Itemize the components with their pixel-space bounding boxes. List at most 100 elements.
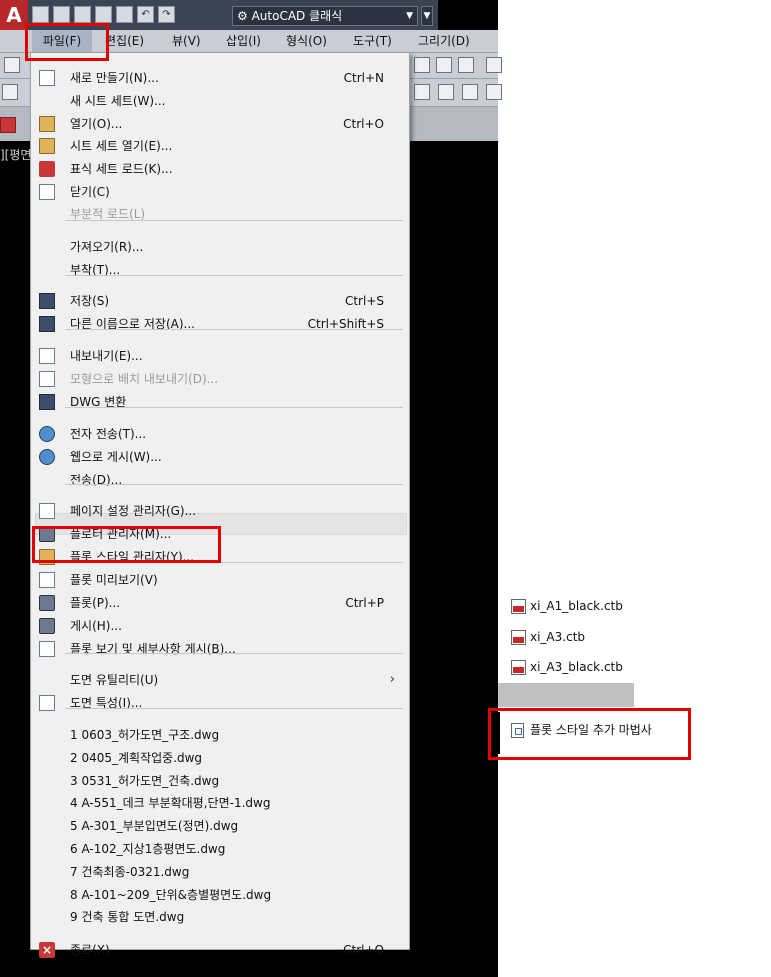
file-menu-item[interactable]: 내보내기(E)... (31, 345, 409, 367)
menu-edit[interactable]: 편집(E) (105, 30, 144, 52)
dwg-convert-icon (39, 394, 55, 410)
file-menu-item[interactable]: 2 0405_계획작업중.dwg (31, 747, 409, 769)
highlight-plot-style-manager (32, 526, 221, 563)
publish-web-icon (39, 449, 55, 465)
menu-view[interactable]: 뷰(V) (172, 30, 201, 52)
file-menu-item-label: 6 A-102_지상1층평면도.dwg (70, 842, 226, 856)
etransmit-icon (39, 426, 55, 442)
menu-insert[interactable]: 삽입(I) (226, 30, 261, 52)
file-menu-item[interactable]: 8 A-101~209_단위&층별평면도.dwg (31, 884, 409, 906)
qnew-icon[interactable] (32, 6, 49, 23)
menu-tools[interactable]: 도구(T) (353, 30, 392, 52)
file-menu-item[interactable]: 가져오기(R)... (31, 236, 409, 258)
file-menu-item[interactable]: × 종료(X) Ctrl+Q (31, 939, 409, 961)
redacted-block (498, 683, 634, 707)
file-menu-item[interactable]: 플롯 미리보기(V) (31, 569, 409, 591)
file-menu-item[interactable]: 4 A-551_데크 부분확대평,단면-1.dwg (31, 792, 409, 814)
file-menu-item-label: 모형으로 배치 내보내기(D)... (70, 372, 219, 386)
toolbar-new-icon[interactable] (4, 57, 20, 73)
menu-separator (65, 275, 403, 276)
toolbar-align3-icon[interactable] (462, 84, 478, 100)
workspace-selector[interactable]: ⚙ AutoCAD 클래식 ▼ (232, 6, 418, 26)
file-menu-item[interactable]: 부착(T)... (31, 259, 409, 281)
file-menu-item[interactable]: 다른 이름으로 저장(A)... Ctrl+Shift+S (31, 313, 409, 335)
file-menu-item[interactable]: 전송(D)... (31, 469, 409, 491)
file-menu: 새로 만들기(N)... Ctrl+N 새 시트 세트(W)... 열기(O)... C… (30, 52, 410, 958)
exit-icon: × (39, 942, 55, 958)
toolbar-align4-icon[interactable] (486, 84, 502, 100)
toolbar-layer-icon[interactable] (2, 84, 18, 100)
file-menu-item-label: 5 A-301_부분입면도(정면).dwg (70, 819, 239, 833)
file-menu-item[interactable]: 표식 세트 로드(K)... (31, 158, 409, 180)
ctb-file-name: xi_A3_black.ctb (530, 660, 623, 674)
file-menu-item[interactable]: 전자 전송(T)... (31, 423, 409, 445)
file-menu-item[interactable]: 웹으로 게시(W)... (31, 446, 409, 468)
file-menu-item[interactable]: 페이지 설정 관리자(G)... (31, 500, 409, 522)
toolbar-match-icon[interactable] (458, 57, 474, 73)
plot-icon[interactable] (116, 6, 133, 23)
file-menu-item[interactable]: 7 건축최종-0321.dwg (31, 861, 409, 883)
toolbar-align-icon[interactable] (414, 84, 430, 100)
new-document-icon (39, 70, 55, 86)
customize-qat-icon[interactable]: ▼ (421, 6, 433, 26)
file-menu-item[interactable]: 시트 세트 열기(E)... (31, 135, 409, 157)
ctb-file-item[interactable]: xi_A3.ctb (511, 627, 585, 647)
toolbar-align2-icon[interactable] (438, 84, 454, 100)
plot-preview-icon (39, 572, 55, 588)
file-menu-item[interactable]: 플롯 보기 및 세부사항 게시(B)... (31, 638, 409, 660)
file-menu-item[interactable]: 저장(S) Ctrl+S (31, 290, 409, 312)
highlight-wizard (488, 708, 691, 760)
file-menu-item-label: 다른 이름으로 저장(A)... (70, 317, 195, 331)
markup-icon (39, 161, 55, 177)
file-menu-item-shortcut: Ctrl+P (345, 596, 384, 610)
toolbar-pan-icon[interactable] (436, 57, 452, 73)
file-menu-item[interactable]: 6 A-102_지상1층평면도.dwg (31, 838, 409, 860)
file-menu-item-label: 가져오기(R)... (70, 240, 144, 254)
file-menu-item[interactable]: 플롯(P)... Ctrl+P (31, 592, 409, 614)
file-menu-item[interactable]: 열기(O)... Ctrl+O (31, 113, 409, 135)
ctb-file-item[interactable]: xi_A3_black.ctb (511, 657, 623, 677)
file-menu-item-label: 부분적 로드(L) (70, 207, 146, 221)
undo-icon[interactable]: ↶ (137, 6, 154, 23)
menu-format[interactable]: 형식(O) (286, 30, 327, 52)
page-setup-icon (39, 503, 55, 519)
file-menu-item-label: 열기(O)... (70, 117, 123, 131)
ctb-file-item[interactable]: xi_A1_black.ctb (511, 596, 623, 616)
redo-icon[interactable]: ↷ (158, 6, 175, 23)
file-menu-item[interactable]: 게시(H)... (31, 615, 409, 637)
plot-details-icon (39, 641, 55, 657)
save-icon (39, 293, 55, 309)
toolbar-properties-icon[interactable] (486, 57, 502, 73)
file-menu-item[interactable]: 5 A-301_부분입면도(정면).dwg (31, 815, 409, 837)
file-menu-item[interactable]: 도면 유틸리티(U) › (31, 669, 409, 691)
file-menu-item: 모형으로 배치 내보내기(D)... (31, 368, 409, 390)
file-menu-item-label: 3 0531_허가도면_건축.dwg (70, 774, 220, 788)
file-menu-item-label: 페이지 설정 관리자(G)... (70, 504, 197, 518)
application-button[interactable]: A (0, 0, 28, 30)
file-menu-item[interactable]: 9 건축 통합 도면.dwg (31, 906, 409, 928)
file-menu-item[interactable]: DWG 변환 (31, 391, 409, 413)
file-menu-item[interactable]: 3 0531_허가도면_건축.dwg (31, 770, 409, 792)
save-icon[interactable] (74, 6, 91, 23)
file-menu-item-label: 웹으로 게시(W)... (70, 450, 162, 464)
file-menu-item-shortcut: Ctrl+Q (343, 943, 384, 957)
viewport-label[interactable]: ][평면 (0, 146, 31, 163)
save-as-icon[interactable] (95, 6, 112, 23)
file-menu-item[interactable]: 새로 만들기(N)... Ctrl+N (31, 67, 409, 89)
file-menu-item[interactable]: 도면 특성(I)... (31, 692, 409, 714)
open-icon[interactable] (53, 6, 70, 23)
ctb-file-icon (511, 630, 526, 645)
file-menu-item[interactable]: 1 0603_허가도면_구조.dwg (31, 724, 409, 746)
plot-icon (39, 595, 55, 611)
file-menu-item[interactable]: 새 시트 세트(W)... (31, 90, 409, 112)
gear-icon: ⚙ (237, 9, 252, 23)
save-as-icon (39, 316, 55, 332)
menu-draw[interactable]: 그리기(D) (418, 30, 470, 52)
ctb-file-icon (511, 660, 526, 675)
ctb-file-icon (511, 599, 526, 614)
file-tab-icon[interactable] (0, 117, 16, 133)
toolbar-zoom-icon[interactable] (414, 57, 430, 73)
file-menu-item[interactable]: 닫기(C) (31, 181, 409, 203)
close-document-icon (39, 184, 55, 200)
file-menu-item-label: 표식 세트 로드(K)... (70, 162, 173, 176)
